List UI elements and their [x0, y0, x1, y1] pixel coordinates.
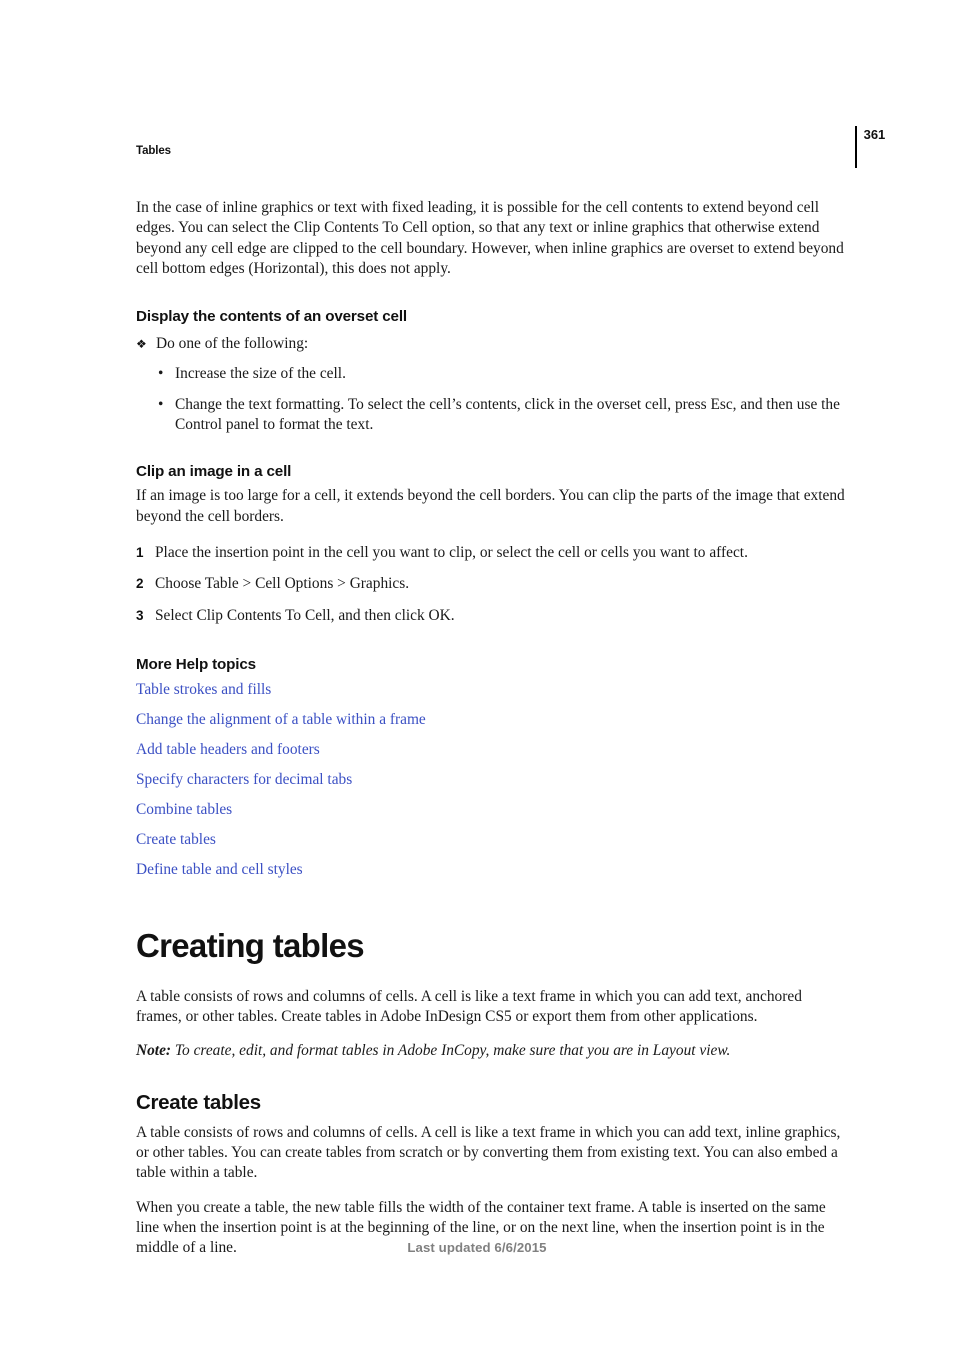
step-label: Place the insertion point in the cell yo…	[155, 543, 748, 561]
page-folio: 361	[855, 126, 885, 168]
list-item-label: Change the text formatting. To select th…	[175, 395, 840, 434]
heading-clip-image-in-cell: Clip an image in a cell	[136, 463, 292, 481]
folio-rule	[855, 126, 857, 168]
heading-create-tables: Create tables	[136, 1090, 261, 1114]
chapter-title: Creating tables	[136, 926, 365, 964]
create-tables-paragraph-1: A table consists of rows and columns of …	[136, 1123, 841, 1182]
chapter-note: Note: To create, edit, and format tables…	[136, 1041, 850, 1061]
list-item-label: Do one of the following:	[156, 335, 309, 353]
running-head: Tables	[136, 145, 171, 157]
help-link-combine-tables[interactable]: Combine tables	[136, 800, 850, 820]
heading-display-overset-cell: Display the contents of an overset cell	[136, 308, 407, 326]
help-link-specify-characters-decimal-tabs[interactable]: Specify characters for decimal tabs	[136, 770, 850, 790]
list-item-label: Increase the size of the cell.	[175, 365, 346, 383]
list-item: • Increase the size of the cell.	[136, 364, 850, 384]
numbered-step: 1 Place the insertion point in the cell …	[136, 543, 850, 563]
numbered-step: 3 Select Clip Contents To Cell, and then…	[136, 606, 850, 626]
numbered-step: 2 Choose Table > Cell Options > Graphics…	[136, 574, 850, 594]
help-link-change-alignment-of-table[interactable]: Change the alignment of a table within a…	[136, 710, 850, 730]
list-item: ❖ Do one of the following:	[136, 334, 850, 354]
intro-paragraph: In the case of inline graphics or text w…	[136, 199, 844, 277]
bullet-icon: •	[158, 395, 164, 413]
page-footer: Last updated 6/6/2015	[407, 1240, 547, 1255]
step-label: Select Clip Contents To Cell, and then c…	[155, 606, 455, 624]
help-link-add-table-headers-and-footers[interactable]: Add table headers and footers	[136, 740, 850, 760]
help-link-create-tables[interactable]: Create tables	[136, 830, 850, 850]
note-text: To create, edit, and format tables in Ad…	[171, 1042, 731, 1060]
list-item: • Change the text formatting. To select …	[136, 395, 850, 436]
clip-intro-paragraph: If an image is too large for a cell, it …	[136, 487, 845, 525]
document-page: Tables 361 In the case of inline graphic…	[0, 0, 954, 1350]
help-link-table-strokes-and-fills[interactable]: Table strokes and fills	[136, 680, 850, 700]
help-link-define-table-and-cell-styles[interactable]: Define table and cell styles	[136, 860, 850, 880]
bullet-icon: •	[158, 365, 164, 383]
heading-more-help-topics: More Help topics	[136, 655, 256, 673]
note-label: Note:	[136, 1042, 172, 1060]
page-number: 361	[863, 127, 886, 142]
step-label: Choose Table > Cell Options > Graphics.	[155, 575, 410, 593]
step-number: 1	[136, 544, 144, 560]
step-number: 2	[136, 576, 144, 592]
chapter-intro-paragraph: A table consists of rows and columns of …	[136, 987, 802, 1026]
content-column: In the case of inline graphics or text w…	[136, 198, 850, 1259]
diamond-bullet-icon: ❖	[136, 337, 147, 352]
step-number: 3	[136, 607, 144, 623]
